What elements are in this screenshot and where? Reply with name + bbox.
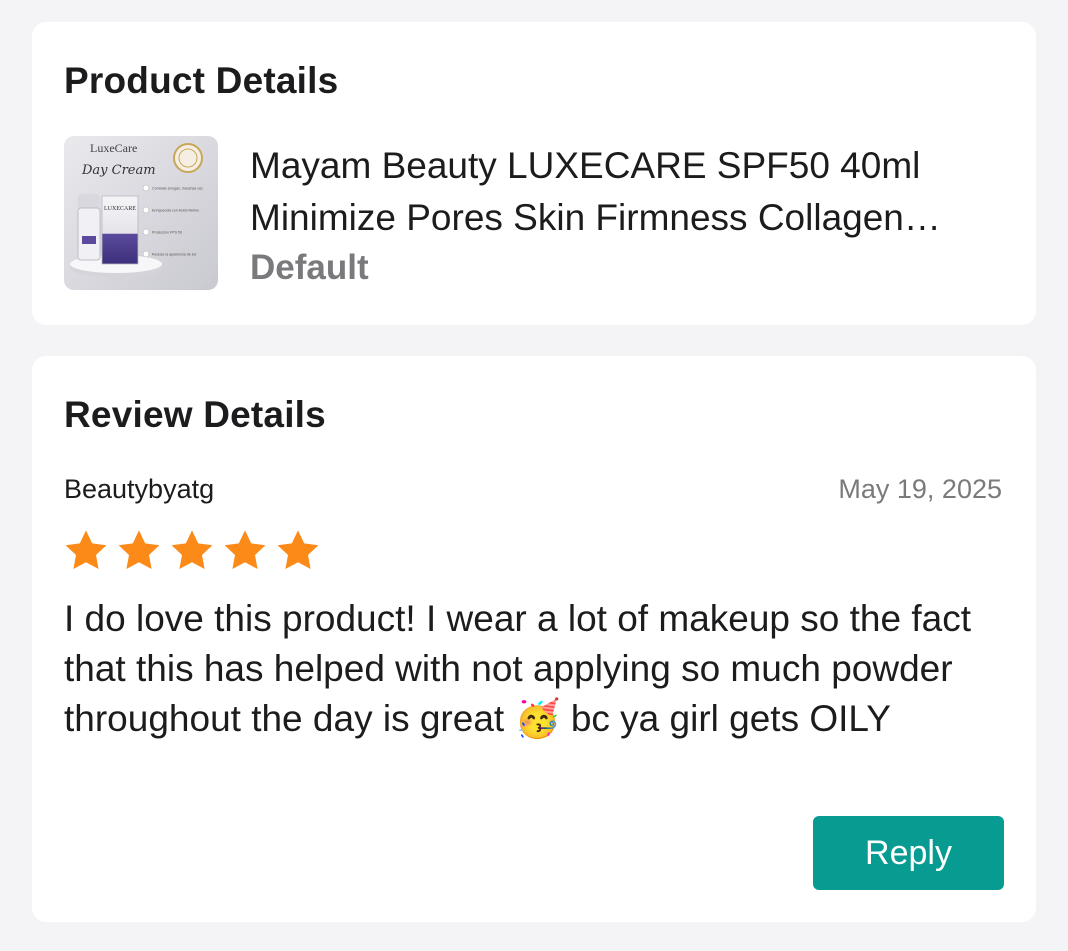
reviewer-name: Beautybyatg xyxy=(64,474,215,504)
star-rating xyxy=(62,528,322,574)
review-details-card: Review Details Beautybyatg May 19, 2025 … xyxy=(32,356,1036,922)
star-icon xyxy=(118,530,160,569)
thumb-bullet-mark xyxy=(142,206,150,214)
thumb-bullet-text: Proteccion FPS 50 xyxy=(152,231,182,235)
svg-text:Day Cream: Day Cream xyxy=(81,163,156,178)
thumb-bullet-text: Combate arrugas, manchas osc xyxy=(152,187,203,191)
star-icon xyxy=(171,530,213,569)
thumb-bullet-mark xyxy=(142,184,150,192)
thumb-bullet-text: Reduce la apariencia de los xyxy=(152,253,197,257)
review-date: May 19, 2025 xyxy=(838,474,1002,504)
product-name[interactable]: Mayam Beauty LUXECARE SPF50 40ml Minimiz… xyxy=(250,140,1002,244)
thumb-bullet-mark xyxy=(142,228,150,236)
thumb-bullet-mark xyxy=(142,250,150,258)
thumb-bullet-text: Enriquecida con Acido Retino xyxy=(152,209,199,213)
svg-text:LUXECARE: LUXECARE xyxy=(104,206,136,212)
product-image: LuxeCare Day Cream Combate arrugas, manc… xyxy=(64,136,218,290)
product-details-card: Product Details LuxeCare Day Cream Comba… xyxy=(32,22,1036,325)
product-section-title: Product Details xyxy=(64,60,339,101)
star-icon xyxy=(277,530,319,569)
svg-text:LuxeCare: LuxeCare xyxy=(90,141,137,155)
star-icon xyxy=(224,530,266,569)
reply-button[interactable]: Reply xyxy=(813,816,1004,890)
review-section-title: Review Details xyxy=(64,394,326,435)
star-icon xyxy=(65,530,107,569)
product-variant: Default xyxy=(250,248,369,287)
review-text: I do love this product! I wear a lot of … xyxy=(64,598,971,739)
product-thumbnail[interactable]: LuxeCare Day Cream Combate arrugas, manc… xyxy=(64,136,218,290)
